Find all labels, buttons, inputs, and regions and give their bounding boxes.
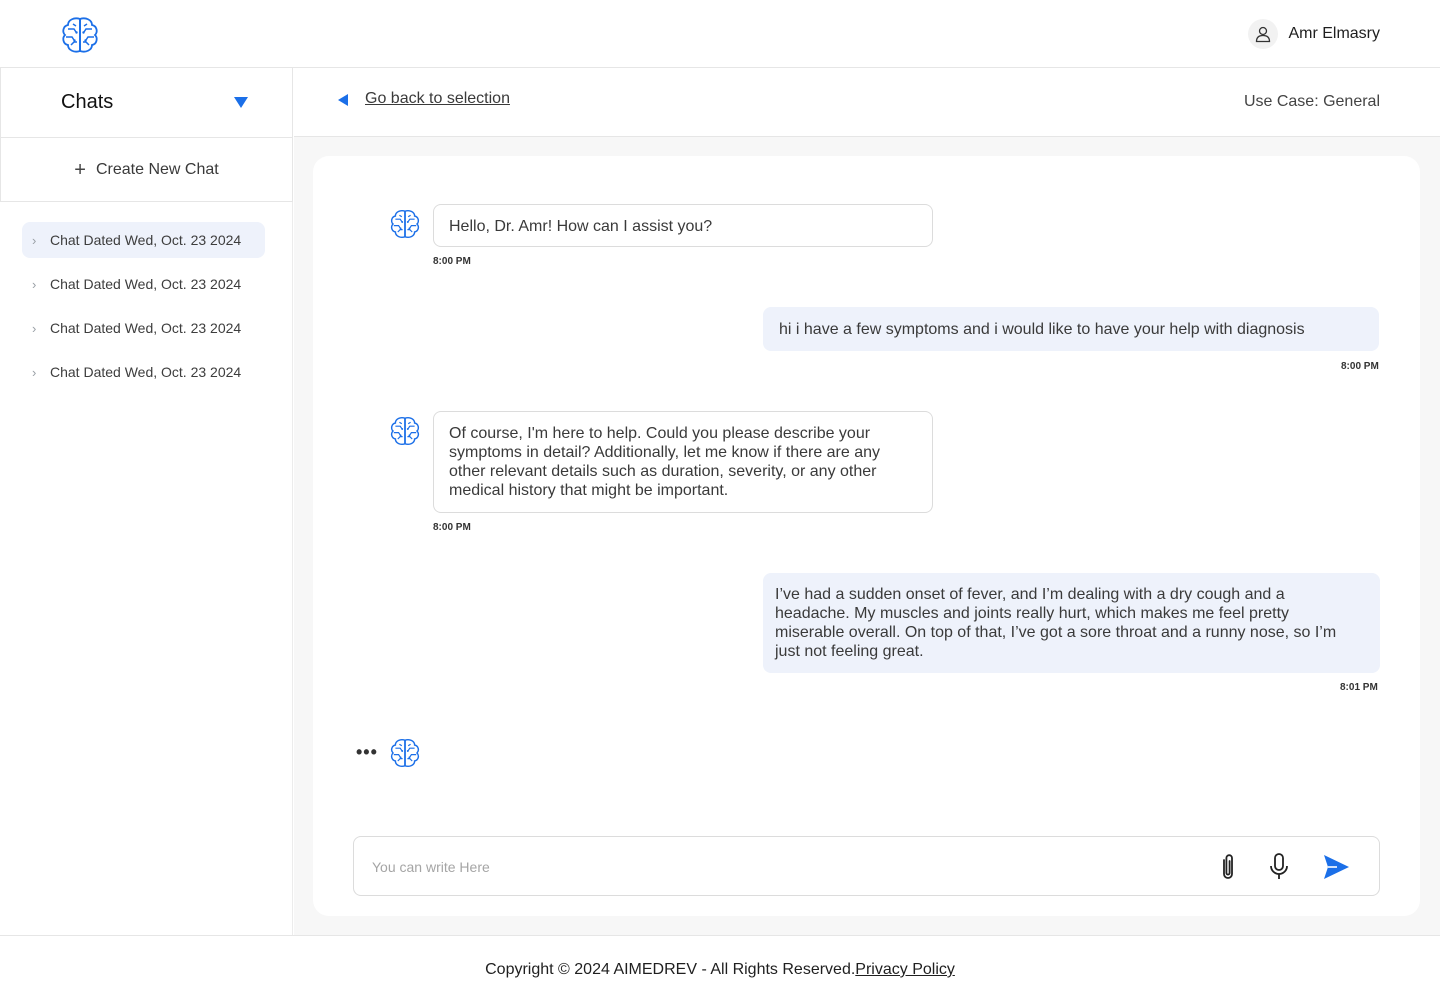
- chat-list-item-label: Chat Dated Wed, Oct. 23 2024: [50, 232, 242, 248]
- bot-avatar-icon: [389, 737, 421, 769]
- chat-list-item[interactable]: › Chat Dated Wed, Oct. 23 2024: [22, 266, 272, 302]
- back-to-selection-link[interactable]: Go back to selection: [365, 90, 510, 108]
- plus-icon: +: [74, 158, 86, 181]
- chat-list-item[interactable]: › Chat Dated Wed, Oct. 23 2024: [22, 354, 272, 390]
- bot-avatar-icon: [389, 415, 421, 447]
- microphone-icon[interactable]: [1261, 849, 1297, 885]
- typing-indicator: •••: [356, 742, 378, 762]
- message-time: 8:01 PM: [1340, 682, 1378, 693]
- chats-header[interactable]: Chats: [0, 68, 293, 138]
- message-composer: [353, 836, 1380, 896]
- message-input[interactable]: [372, 855, 1192, 879]
- chevron-right-icon: ›: [32, 232, 37, 248]
- chat-panel: Hello, Dr. Amr! How can I assist you? 8:…: [313, 156, 1420, 916]
- chat-list: › Chat Dated Wed, Oct. 23 2024 › Chat Da…: [22, 222, 272, 398]
- use-case-label: Use Case: General: [1243, 93, 1380, 110]
- send-icon[interactable]: [1318, 849, 1354, 885]
- chevron-right-icon: ›: [32, 276, 37, 292]
- message-time: 8:00 PM: [1341, 361, 1379, 372]
- chat-list-item-label: Chat Dated Wed, Oct. 23 2024: [50, 320, 242, 336]
- create-new-chat-label: Create New Chat: [95, 160, 219, 178]
- chat-list-item[interactable]: › Chat Dated Wed, Oct. 23 2024: [22, 310, 272, 346]
- bot-message: Hello, Dr. Amr! How can I assist you?: [433, 204, 933, 247]
- caret-down-icon[interactable]: [234, 97, 248, 108]
- copyright-text: Copyright © 2024 AIMEDREV - All Rights R…: [485, 961, 856, 978]
- brain-logo-icon[interactable]: [60, 15, 100, 53]
- chevron-right-icon: ›: [32, 364, 37, 380]
- chat-list-item-label: Chat Dated Wed, Oct. 23 2024: [50, 276, 242, 292]
- chat-topbar: Go back to selection Use Case: General: [294, 68, 1440, 137]
- back-arrow-icon[interactable]: [338, 94, 348, 106]
- bot-message: Of course, I'm here to help. Could you p…: [433, 411, 933, 513]
- user-icon: [1248, 19, 1279, 49]
- chat-list-item[interactable]: › Chat Dated Wed, Oct. 23 2024: [22, 222, 265, 258]
- paperclip-icon[interactable]: [1210, 849, 1246, 885]
- chevron-right-icon: ›: [32, 320, 37, 336]
- app-header: Amr Elmasry: [0, 0, 1440, 68]
- user-message: hi i have a few symptoms and i would lik…: [763, 307, 1379, 351]
- footer: Copyright © 2024 AIMEDREV - All Rights R…: [0, 935, 1440, 1004]
- bot-avatar-icon: [389, 208, 421, 240]
- sidebar: Chats + Create New Chat › Chat Dated Wed…: [0, 68, 293, 935]
- chats-title: Chats: [61, 91, 114, 113]
- user-name: Amr Elmasry: [1288, 25, 1380, 42]
- user-message: I’ve had a sudden onset of fever, and I’…: [763, 573, 1380, 673]
- create-new-chat-button[interactable]: + Create New Chat: [0, 138, 293, 202]
- message-time: 8:00 PM: [433, 256, 471, 267]
- user-menu[interactable]: Amr Elmasry: [1248, 18, 1380, 50]
- message-time: 8:00 PM: [433, 522, 471, 533]
- privacy-policy-link[interactable]: Privacy Policy: [855, 961, 955, 979]
- chat-list-item-label: Chat Dated Wed, Oct. 23 2024: [50, 364, 242, 380]
